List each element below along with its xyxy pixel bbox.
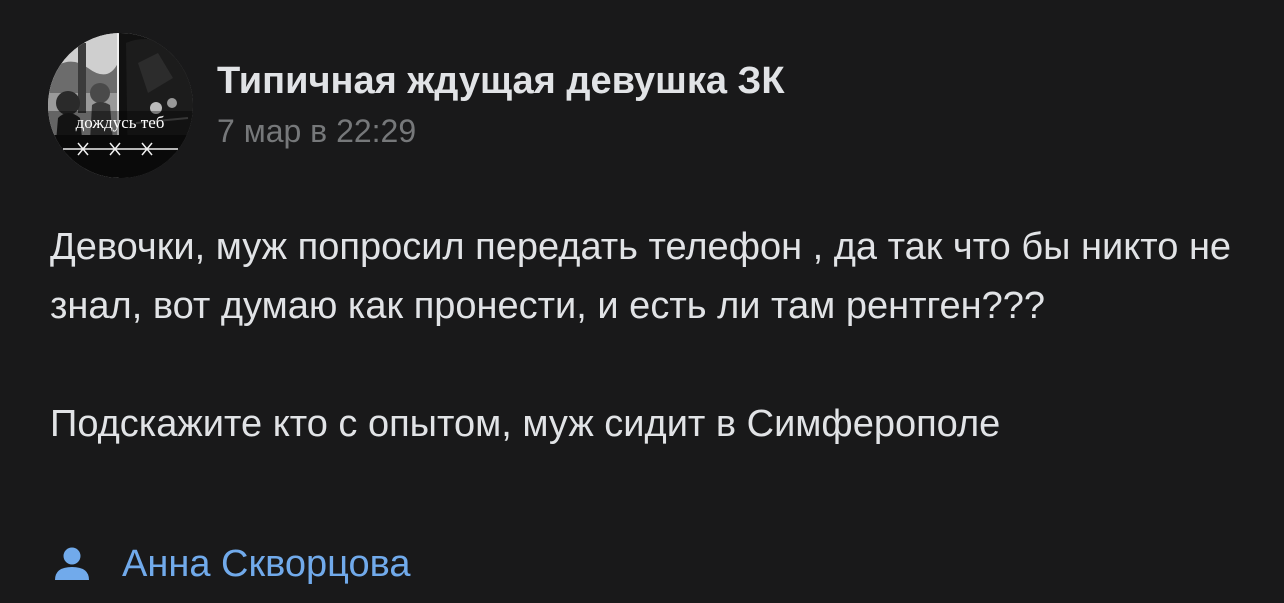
author-name: Анна Скворцова (122, 543, 411, 585)
group-name-link[interactable]: Типичная ждущая девушка ЗК (217, 58, 785, 104)
author-signature[interactable]: Анна Скворцова (52, 536, 410, 592)
post-paragraph: Девочки, муж попросил передать телефон ,… (50, 226, 1232, 327)
avatar-caption: дождусь теб (76, 113, 165, 132)
post-body: Девочки, муж попросил передать телефон ,… (50, 218, 1250, 454)
user-icon (55, 547, 89, 580)
avatar-image: дождусь теб (48, 33, 193, 178)
post-card: дождусь теб Типичная ждущая девушка ЗК 7… (0, 0, 1284, 603)
group-avatar[interactable]: дождусь теб (48, 33, 193, 178)
post-paragraph: Подскажите кто с опытом, муж сидит в Сим… (50, 403, 1001, 445)
post-header: Типичная ждущая девушка ЗК 7 мар в 22:29 (217, 58, 785, 150)
post-date[interactable]: 7 мар в 22:29 (217, 112, 785, 150)
